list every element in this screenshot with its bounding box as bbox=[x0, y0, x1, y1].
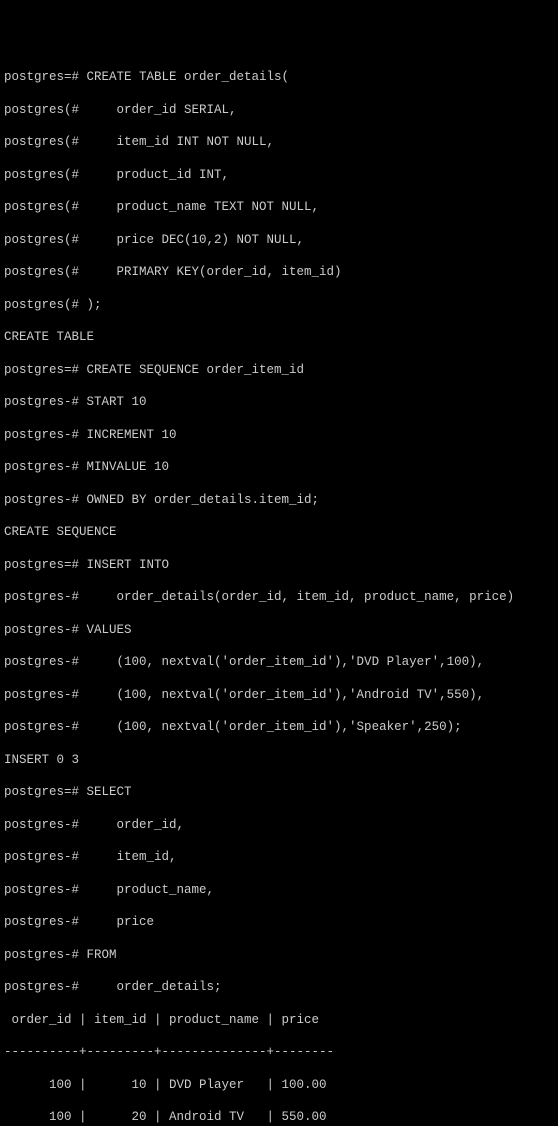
sql-text: (100, nextval('order_item_id'),'Android … bbox=[79, 688, 484, 702]
sql-response: INSERT 0 3 bbox=[4, 752, 554, 768]
sql-text: FROM bbox=[79, 948, 117, 962]
terminal-line: postgres-# order_details; bbox=[4, 979, 554, 995]
sql-text: VALUES bbox=[79, 623, 132, 637]
terminal-line: postgres-# MINVALUE 10 bbox=[4, 459, 554, 475]
sql-text: (100, nextval('order_item_id'),'Speaker'… bbox=[79, 720, 462, 734]
sql-text: (100, nextval('order_item_id'),'DVD Play… bbox=[79, 655, 484, 669]
sql-text: price DEC(10,2) NOT NULL, bbox=[79, 233, 304, 247]
sql-prompt: postgres-# bbox=[4, 883, 79, 897]
sql-text: SELECT bbox=[79, 785, 132, 799]
table-divider: ----------+---------+--------------+----… bbox=[4, 1044, 554, 1060]
sql-prompt: postgres=# bbox=[4, 363, 79, 377]
terminal-line: postgres-# OWNED BY order_details.item_i… bbox=[4, 492, 554, 508]
sql-text: OWNED BY order_details.item_id; bbox=[79, 493, 319, 507]
terminal-line: postgres-# FROM bbox=[4, 947, 554, 963]
terminal-line: postgres(# product_name TEXT NOT NULL, bbox=[4, 199, 554, 215]
table-row: 100 | 20 | Android TV | 550.00 bbox=[4, 1109, 554, 1125]
sql-prompt: postgres-# bbox=[4, 818, 79, 832]
sql-text: product_name TEXT NOT NULL, bbox=[79, 200, 319, 214]
sql-prompt: postgres(# bbox=[4, 265, 79, 279]
sql-prompt: postgres-# bbox=[4, 915, 79, 929]
sql-text: order_details(order_id, item_id, product… bbox=[79, 590, 514, 604]
sql-prompt: postgres-# bbox=[4, 428, 79, 442]
sql-text: START 10 bbox=[79, 395, 147, 409]
sql-text: CREATE TABLE order_details( bbox=[79, 70, 289, 84]
sql-prompt: postgres(# bbox=[4, 135, 79, 149]
sql-prompt: postgres-# bbox=[4, 688, 79, 702]
sql-prompt: postgres=# bbox=[4, 785, 79, 799]
sql-response: CREATE SEQUENCE bbox=[4, 524, 554, 540]
sql-text: INSERT INTO bbox=[79, 558, 169, 572]
sql-text: order_id, bbox=[79, 818, 184, 832]
table-row: 100 | 10 | DVD Player | 100.00 bbox=[4, 1077, 554, 1093]
sql-text: INCREMENT 10 bbox=[79, 428, 177, 442]
terminal-line: postgres(# order_id SERIAL, bbox=[4, 102, 554, 118]
sql-text: item_id INT NOT NULL, bbox=[79, 135, 274, 149]
sql-text: ); bbox=[79, 298, 102, 312]
sql-prompt: postgres=# bbox=[4, 558, 79, 572]
sql-response: CREATE TABLE bbox=[4, 329, 554, 345]
terminal-line: postgres-# START 10 bbox=[4, 394, 554, 410]
terminal-line: postgres-# order_details(order_id, item_… bbox=[4, 589, 554, 605]
sql-text: product_name, bbox=[79, 883, 214, 897]
terminal-line: postgres=# CREATE SEQUENCE order_item_id bbox=[4, 362, 554, 378]
sql-prompt: postgres=# bbox=[4, 70, 79, 84]
terminal-line: postgres-# order_id, bbox=[4, 817, 554, 833]
sql-prompt: postgres-# bbox=[4, 590, 79, 604]
sql-prompt: postgres(# bbox=[4, 298, 79, 312]
terminal-line: postgres-# (100, nextval('order_item_id'… bbox=[4, 719, 554, 735]
terminal-line: postgres(# price DEC(10,2) NOT NULL, bbox=[4, 232, 554, 248]
terminal-line: postgres-# INCREMENT 10 bbox=[4, 427, 554, 443]
sql-prompt: postgres-# bbox=[4, 720, 79, 734]
sql-text: order_details; bbox=[79, 980, 222, 994]
sql-prompt: postgres-# bbox=[4, 460, 79, 474]
terminal-line: postgres-# (100, nextval('order_item_id'… bbox=[4, 654, 554, 670]
terminal-line: postgres(# PRIMARY KEY(order_id, item_id… bbox=[4, 264, 554, 280]
sql-prompt: postgres-# bbox=[4, 655, 79, 669]
sql-prompt: postgres-# bbox=[4, 850, 79, 864]
sql-prompt: postgres-# bbox=[4, 493, 79, 507]
sql-text: product_id INT, bbox=[79, 168, 229, 182]
sql-text: CREATE SEQUENCE order_item_id bbox=[79, 363, 304, 377]
sql-text: order_id SERIAL, bbox=[79, 103, 237, 117]
sql-prompt: postgres-# bbox=[4, 623, 79, 637]
sql-text: price bbox=[79, 915, 154, 929]
table-header: order_id | item_id | product_name | pric… bbox=[4, 1012, 554, 1028]
terminal-line: postgres=# INSERT INTO bbox=[4, 557, 554, 573]
sql-prompt: postgres(# bbox=[4, 233, 79, 247]
sql-text: item_id, bbox=[79, 850, 177, 864]
sql-prompt: postgres-# bbox=[4, 980, 79, 994]
sql-text: PRIMARY KEY(order_id, item_id) bbox=[79, 265, 342, 279]
terminal-line: postgres-# (100, nextval('order_item_id'… bbox=[4, 687, 554, 703]
terminal-line: postgres(# ); bbox=[4, 297, 554, 313]
terminal-line: postgres=# SELECT bbox=[4, 784, 554, 800]
sql-prompt: postgres(# bbox=[4, 103, 79, 117]
terminal-line: postgres-# item_id, bbox=[4, 849, 554, 865]
sql-prompt: postgres-# bbox=[4, 395, 79, 409]
terminal-line: postgres=# CREATE TABLE order_details( bbox=[4, 69, 554, 85]
terminal-line: postgres-# product_name, bbox=[4, 882, 554, 898]
sql-prompt: postgres(# bbox=[4, 200, 79, 214]
sql-text: MINVALUE 10 bbox=[79, 460, 169, 474]
terminal-line: postgres(# item_id INT NOT NULL, bbox=[4, 134, 554, 150]
terminal-line: postgres-# price bbox=[4, 914, 554, 930]
sql-prompt: postgres-# bbox=[4, 948, 79, 962]
terminal-line: postgres-# VALUES bbox=[4, 622, 554, 638]
sql-prompt: postgres(# bbox=[4, 168, 79, 182]
terminal-line: postgres(# product_id INT, bbox=[4, 167, 554, 183]
